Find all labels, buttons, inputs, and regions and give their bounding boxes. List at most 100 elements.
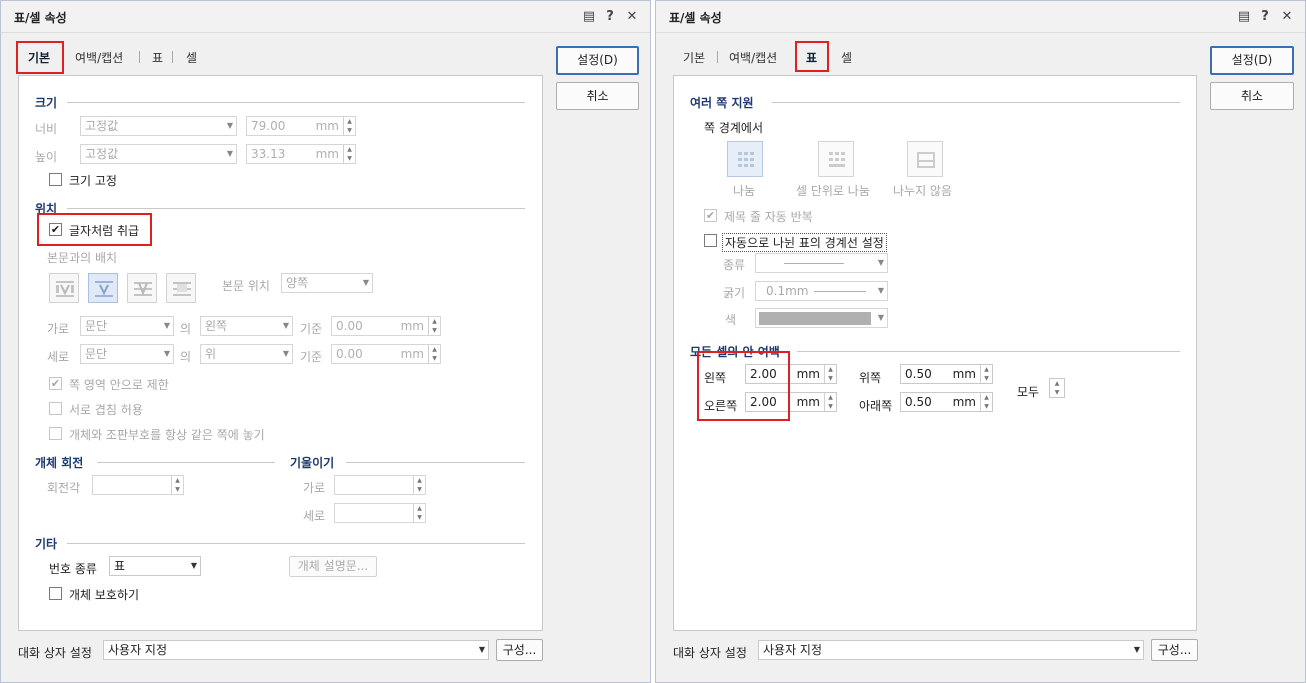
- line-type-label: 종류: [723, 258, 746, 272]
- repeat-header-checkbox[interactable]: ✔: [704, 209, 717, 222]
- configure-button[interactable]: 구성...: [496, 639, 543, 661]
- vertical-offset-input[interactable]: 0.00 mm ▲ ▼: [331, 344, 441, 364]
- rotation-heading: 개체 회전: [35, 456, 84, 470]
- spinner-icon[interactable]: ▲ ▼: [428, 345, 440, 363]
- spinner-icon[interactable]: ▲ ▼: [824, 365, 836, 383]
- protect-object-checkbox[interactable]: [49, 587, 62, 600]
- height-input[interactable]: 33.13 mm ▲ ▼: [246, 144, 356, 164]
- horizontal-ref-value: 문단: [85, 319, 108, 333]
- height-value: 33.13: [251, 147, 286, 161]
- dialog-title: 표/셀 속성: [14, 11, 67, 25]
- all-margins-spinner[interactable]: ▲ ▼: [1049, 378, 1065, 398]
- unit-label: mm: [952, 395, 976, 409]
- body-position-select[interactable]: 양쪽 ▼: [281, 273, 373, 293]
- allow-overlap-checkbox[interactable]: [49, 402, 62, 415]
- split-icon[interactable]: [727, 141, 763, 177]
- width-mode-select[interactable]: 고정값 ▼: [80, 116, 237, 136]
- height-mode-select[interactable]: 고정값 ▼: [80, 144, 237, 164]
- height-mode-value: 고정값: [85, 147, 119, 161]
- horizontal-offset-value: 0.00: [336, 319, 363, 333]
- margin-top-value: 0.50: [905, 367, 932, 381]
- treat-as-char-label: 글자처럼 취급: [69, 224, 140, 238]
- dialog-settings-select[interactable]: 사용자 지정 ▼: [758, 640, 1144, 660]
- ok-button[interactable]: 설정(D): [1210, 46, 1294, 75]
- unit-label: mm: [952, 367, 976, 381]
- dialog-settings-select[interactable]: 사용자 지정 ▼: [103, 640, 489, 660]
- cancel-button[interactable]: 취소: [556, 82, 639, 110]
- horizontal-offset-input[interactable]: 0.00 mm ▲ ▼: [331, 316, 441, 336]
- width-input[interactable]: 79.00 mm ▲ ▼: [246, 116, 356, 136]
- no-split-label: 나누지 않음: [893, 184, 953, 198]
- configure-button[interactable]: 구성...: [1151, 639, 1198, 661]
- margin-bottom-input[interactable]: 0.50 mm ▲ ▼: [900, 392, 993, 412]
- help-icon[interactable]: ?: [1257, 9, 1273, 24]
- chevron-down-icon: ▼: [282, 349, 289, 358]
- tab-margin-caption[interactable]: 여백/캡션: [729, 49, 777, 66]
- thickness-select[interactable]: 0.1mm ▼: [755, 281, 888, 301]
- same-page-checkbox[interactable]: [49, 427, 62, 440]
- spinner-icon[interactable]: ▲ ▼: [824, 393, 836, 411]
- rotation-angle-input[interactable]: ▲ ▼: [92, 475, 184, 495]
- spinner-icon[interactable]: ▲ ▼: [343, 145, 355, 163]
- width-label: 너비: [35, 122, 58, 136]
- horizontal-ref-select[interactable]: 문단 ▼: [80, 316, 174, 336]
- color-label: 색: [725, 313, 737, 327]
- auto-border-checkbox[interactable]: [704, 234, 717, 247]
- skew-heading: 기울이기: [290, 456, 335, 470]
- split-by-cell-label: 셀 단위로 나눔: [796, 184, 870, 198]
- horizontal-dir-select[interactable]: 왼쪽 ▼: [200, 316, 293, 336]
- divider: [97, 462, 275, 463]
- no-split-icon[interactable]: [907, 141, 943, 177]
- wrap-top-bottom-icon[interactable]: [88, 273, 118, 303]
- size-fixed-label: 크기 고정: [69, 174, 117, 188]
- in-front-of-text-icon[interactable]: [166, 273, 196, 303]
- margin-left-input[interactable]: 2.00 mm ▲ ▼: [745, 364, 837, 384]
- tab-table[interactable]: 표: [806, 49, 817, 66]
- dialog-settings-value: 사용자 지정: [108, 643, 168, 657]
- skew-horizontal-input[interactable]: ▲ ▼: [334, 475, 426, 495]
- object-description-button[interactable]: 개체 설명문...: [289, 556, 377, 577]
- behind-text-icon[interactable]: [127, 273, 157, 303]
- unit-label: mm: [315, 119, 339, 133]
- line-type-select[interactable]: ▼: [755, 253, 888, 273]
- size-fixed-checkbox[interactable]: [49, 173, 62, 186]
- close-icon[interactable]: ✕: [624, 9, 640, 24]
- margin-top-input[interactable]: 0.50 mm ▲ ▼: [900, 364, 993, 384]
- treat-as-char-checkbox[interactable]: ✔: [49, 223, 62, 236]
- tab-table[interactable]: 표: [152, 49, 163, 66]
- margin-top-label: 위쪽: [859, 371, 882, 385]
- unit-label: mm: [400, 319, 424, 333]
- tab-basic[interactable]: 기본: [683, 49, 705, 66]
- skew-vertical-input[interactable]: ▲ ▼: [334, 503, 426, 523]
- vertical-dir-select[interactable]: 위 ▼: [200, 344, 293, 364]
- ok-button[interactable]: 설정(D): [556, 46, 639, 75]
- spinner-icon[interactable]: ▲ ▼: [171, 476, 183, 494]
- limit-page-checkbox[interactable]: ✔: [49, 377, 62, 390]
- spinner-icon[interactable]: ▲ ▼: [980, 365, 992, 383]
- help-icon[interactable]: ?: [602, 9, 618, 24]
- margin-right-label: 오른쪽: [704, 399, 738, 413]
- tab-basic[interactable]: 기본: [28, 49, 50, 66]
- tab-cell[interactable]: 셀: [186, 49, 197, 66]
- margin-bottom-label: 아래쪽: [859, 399, 893, 413]
- comment-icon[interactable]: ▤: [1236, 9, 1252, 24]
- vertical-ref-select[interactable]: 문단 ▼: [80, 344, 174, 364]
- spinner-icon[interactable]: ▲ ▼: [980, 393, 992, 411]
- spinner-icon[interactable]: ▲ ▼: [1050, 379, 1064, 397]
- cancel-button[interactable]: 취소: [1210, 82, 1294, 110]
- spinner-icon[interactable]: ▲ ▼: [343, 117, 355, 135]
- spinner-icon[interactable]: ▲ ▼: [413, 504, 425, 522]
- divider: [67, 208, 525, 209]
- spinner-icon[interactable]: ▲ ▼: [428, 317, 440, 335]
- wrap-square-icon[interactable]: [49, 273, 79, 303]
- spinner-icon[interactable]: ▲ ▼: [413, 476, 425, 494]
- margin-right-input[interactable]: 2.00 mm ▲ ▼: [745, 392, 837, 412]
- same-page-label: 개체와 조판부호를 항상 같은 쪽에 놓기: [69, 428, 265, 442]
- close-icon[interactable]: ✕: [1279, 9, 1295, 24]
- split-by-cell-icon[interactable]: [818, 141, 854, 177]
- tab-margin-caption[interactable]: 여백/캡션: [75, 49, 123, 66]
- tab-cell[interactable]: 셀: [841, 49, 852, 66]
- chevron-down-icon: ▼: [877, 258, 884, 267]
- number-type-select[interactable]: 표 ▼: [109, 556, 201, 576]
- comment-icon[interactable]: ▤: [581, 9, 597, 24]
